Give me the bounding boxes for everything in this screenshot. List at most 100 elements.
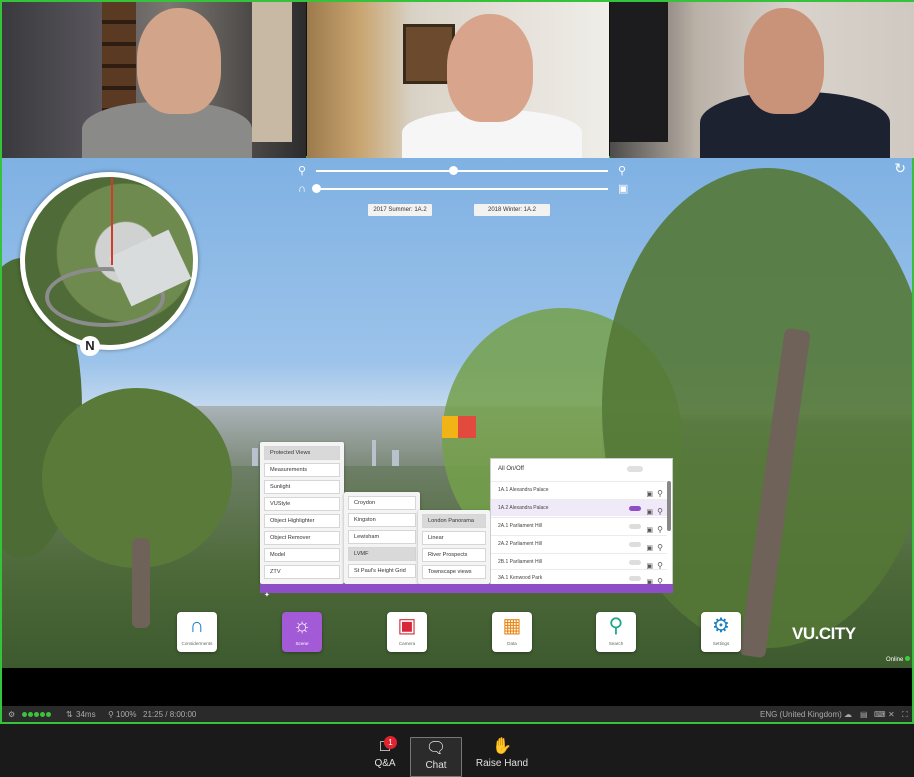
compass-north[interactable]: N: [80, 336, 100, 356]
view-sliders: ⚲ ⚲ ∩ ▣: [296, 164, 636, 200]
settings-button[interactable]: ⚙ Settings: [701, 612, 741, 652]
layer-row[interactable]: 1A.1 Alexandra Palace ▣ ⚲: [491, 481, 667, 498]
minimap[interactable]: [20, 172, 198, 350]
menu-item-townscape-views[interactable]: Townscape views: [422, 565, 486, 579]
refresh-icon[interactable]: ↻: [894, 160, 906, 177]
settings-small-icon[interactable]: ✦: [260, 592, 270, 599]
considerments-label: Considerments: [181, 641, 213, 646]
gear-icon: ⚙: [712, 615, 730, 637]
menu-item-kingston[interactable]: Kingston: [348, 513, 416, 527]
layer-toggle[interactable]: [629, 560, 641, 565]
gear-icon[interactable]: ⚙: [8, 706, 15, 724]
qa-button[interactable]: □ Q&A 1: [368, 736, 402, 776]
tree-trunk: [132, 538, 150, 628]
letterbox-band: [0, 668, 914, 706]
layer-row[interactable]: 2B.1 Parliament Hill ▣ ⚲: [491, 553, 667, 570]
time-slider-knob[interactable]: [312, 184, 321, 193]
zoom-meeting-window: N ⚲ ⚲ ∩ ▣ 2017 Summer: 1A.2 2018 Winter:…: [0, 0, 914, 777]
layers-scrollbar[interactable]: [667, 481, 671, 531]
time-slider[interactable]: [312, 184, 608, 193]
vu-logo-icon: ∩: [189, 615, 205, 637]
participant-video-2[interactable]: [307, 2, 609, 158]
cloud-icon[interactable]: ☁: [844, 706, 852, 724]
submenu-lvmf: London Panorama Linear River Prospects T…: [418, 510, 490, 584]
raise-hand-label: Raise Hand: [475, 758, 529, 769]
qa-badge: 1: [384, 736, 397, 749]
layers-panel: All On/Off 1A.1 Alexandra Palace ▣ ⚲ 1A.…: [490, 458, 673, 586]
skyline-shard: [372, 440, 376, 466]
zoom-slider-knob[interactable]: [449, 166, 459, 175]
zoom-slider[interactable]: [316, 166, 608, 175]
door: [252, 2, 292, 142]
menu-item-london-panorama[interactable]: London Panorama: [422, 514, 486, 528]
marker-yellow: [442, 416, 458, 438]
menu-item-lewisham[interactable]: Lewisham: [348, 530, 416, 544]
magnet-icon[interactable]: ∩: [298, 184, 306, 195]
scene-label: Scene: [295, 641, 309, 646]
menu-item-object-highlighter[interactable]: Object Highlighter: [264, 514, 340, 528]
menu-item-vustyle[interactable]: VUStyle: [264, 497, 340, 511]
participant-video-3[interactable]: [610, 2, 914, 158]
camera-button[interactable]: ▣ Camera: [387, 612, 427, 652]
all-on-off-toggle[interactable]: [627, 466, 643, 472]
layer-toggle[interactable]: [629, 524, 641, 529]
layer-toggle[interactable]: [629, 542, 641, 547]
menu-item-st-pauls-height-grid[interactable]: St Paul's Height Grid: [348, 564, 416, 578]
keyboard-icon[interactable]: ⌨: [874, 706, 886, 724]
data-label: Data: [507, 641, 517, 646]
language-label[interactable]: ENG (United Kingdom): [760, 706, 842, 724]
camera-icon[interactable]: ▣: [618, 184, 628, 195]
skyline-tower: [252, 448, 258, 466]
menu-item-linear[interactable]: Linear: [422, 531, 486, 545]
menu-item-river-prospects[interactable]: River Prospects: [422, 548, 486, 562]
raise-hand-button[interactable]: ✋ Raise Hand: [474, 736, 530, 776]
meeting-controls: □ Q&A 1 🗨 Chat ✋ Raise Hand: [0, 724, 914, 777]
zoom-value: 100%: [116, 710, 137, 719]
chat-label: Chat: [425, 760, 447, 771]
time-chip-winter[interactable]: 2018 Winter: 1A.2: [474, 204, 550, 216]
layer-row-label: 1A.2 Alexandra Palace: [498, 505, 549, 511]
menu-item-ztv[interactable]: ZTV: [264, 565, 340, 579]
layer-row[interactable]: 2A.2 Parliament Hill ▣ ⚲: [491, 535, 667, 552]
camera-icon: ▣: [397, 615, 417, 637]
save-icon[interactable]: ▤: [860, 706, 868, 724]
online-dot: [905, 656, 911, 661]
layer-toggle[interactable]: [629, 576, 641, 581]
vucity-3d-viewport[interactable]: N ⚲ ⚲ ∩ ▣ 2017 Summer: 1A.2 2018 Winter:…: [0, 158, 914, 668]
location-marker[interactable]: [442, 416, 476, 438]
sun-icon: ☼: [292, 615, 312, 637]
search-label: Search: [608, 641, 624, 646]
raise-hand-icon: ✋: [492, 738, 512, 755]
chat-button[interactable]: 🗨 Chat: [410, 737, 462, 777]
layer-row[interactable]: 1A.2 Alexandra Palace ▣ ⚲: [491, 499, 667, 516]
camera-label: Camera: [398, 641, 416, 646]
layer-toggle[interactable]: [629, 506, 641, 511]
latency-value: 34ms: [76, 710, 96, 719]
menu-item-protected-views[interactable]: Protected Views: [264, 446, 340, 460]
layer-row-label: 2A.2 Parliament Hill: [498, 541, 542, 547]
person-head: [744, 8, 824, 114]
online-status: Online: [886, 656, 911, 663]
time-chip-summer[interactable]: 2017 Summer: 1A.2: [368, 204, 432, 216]
considerments-button[interactable]: ∩ Considerments: [177, 612, 217, 652]
main-menu: Protected Views Measurements Sunlight VU…: [260, 442, 344, 584]
layer-row[interactable]: 2A.1 Parliament Hill ▣ ⚲: [491, 517, 667, 534]
mute-icon[interactable]: ✕: [888, 706, 895, 724]
menu-item-sunlight[interactable]: Sunlight: [264, 480, 340, 494]
menu-item-measurements[interactable]: Measurements: [264, 463, 340, 477]
search-button[interactable]: ⚲ Search: [596, 612, 636, 652]
zoom-in-icon[interactable]: ⚲: [618, 166, 626, 177]
menu-item-lvmf[interactable]: LVMF: [348, 547, 416, 561]
submenu-protected-views: Croydon Kingston Lewisham LVMF St Paul's…: [344, 492, 420, 584]
fullscreen-icon[interactable]: ⛶: [902, 706, 908, 724]
search-icon: ⚲: [608, 615, 624, 637]
latency-icon: ⇅: [66, 710, 73, 719]
scene-button[interactable]: ☼ Scene: [282, 612, 322, 652]
data-button[interactable]: ▦ Data: [492, 612, 532, 652]
menu-item-croydon[interactable]: Croydon: [348, 496, 416, 510]
bookshelf: [102, 2, 136, 112]
participant-video-1[interactable]: [2, 2, 306, 158]
menu-item-model[interactable]: Model: [264, 548, 340, 562]
zoom-out-icon[interactable]: ⚲: [298, 166, 306, 177]
menu-item-object-remover[interactable]: Object Remover: [264, 531, 340, 545]
